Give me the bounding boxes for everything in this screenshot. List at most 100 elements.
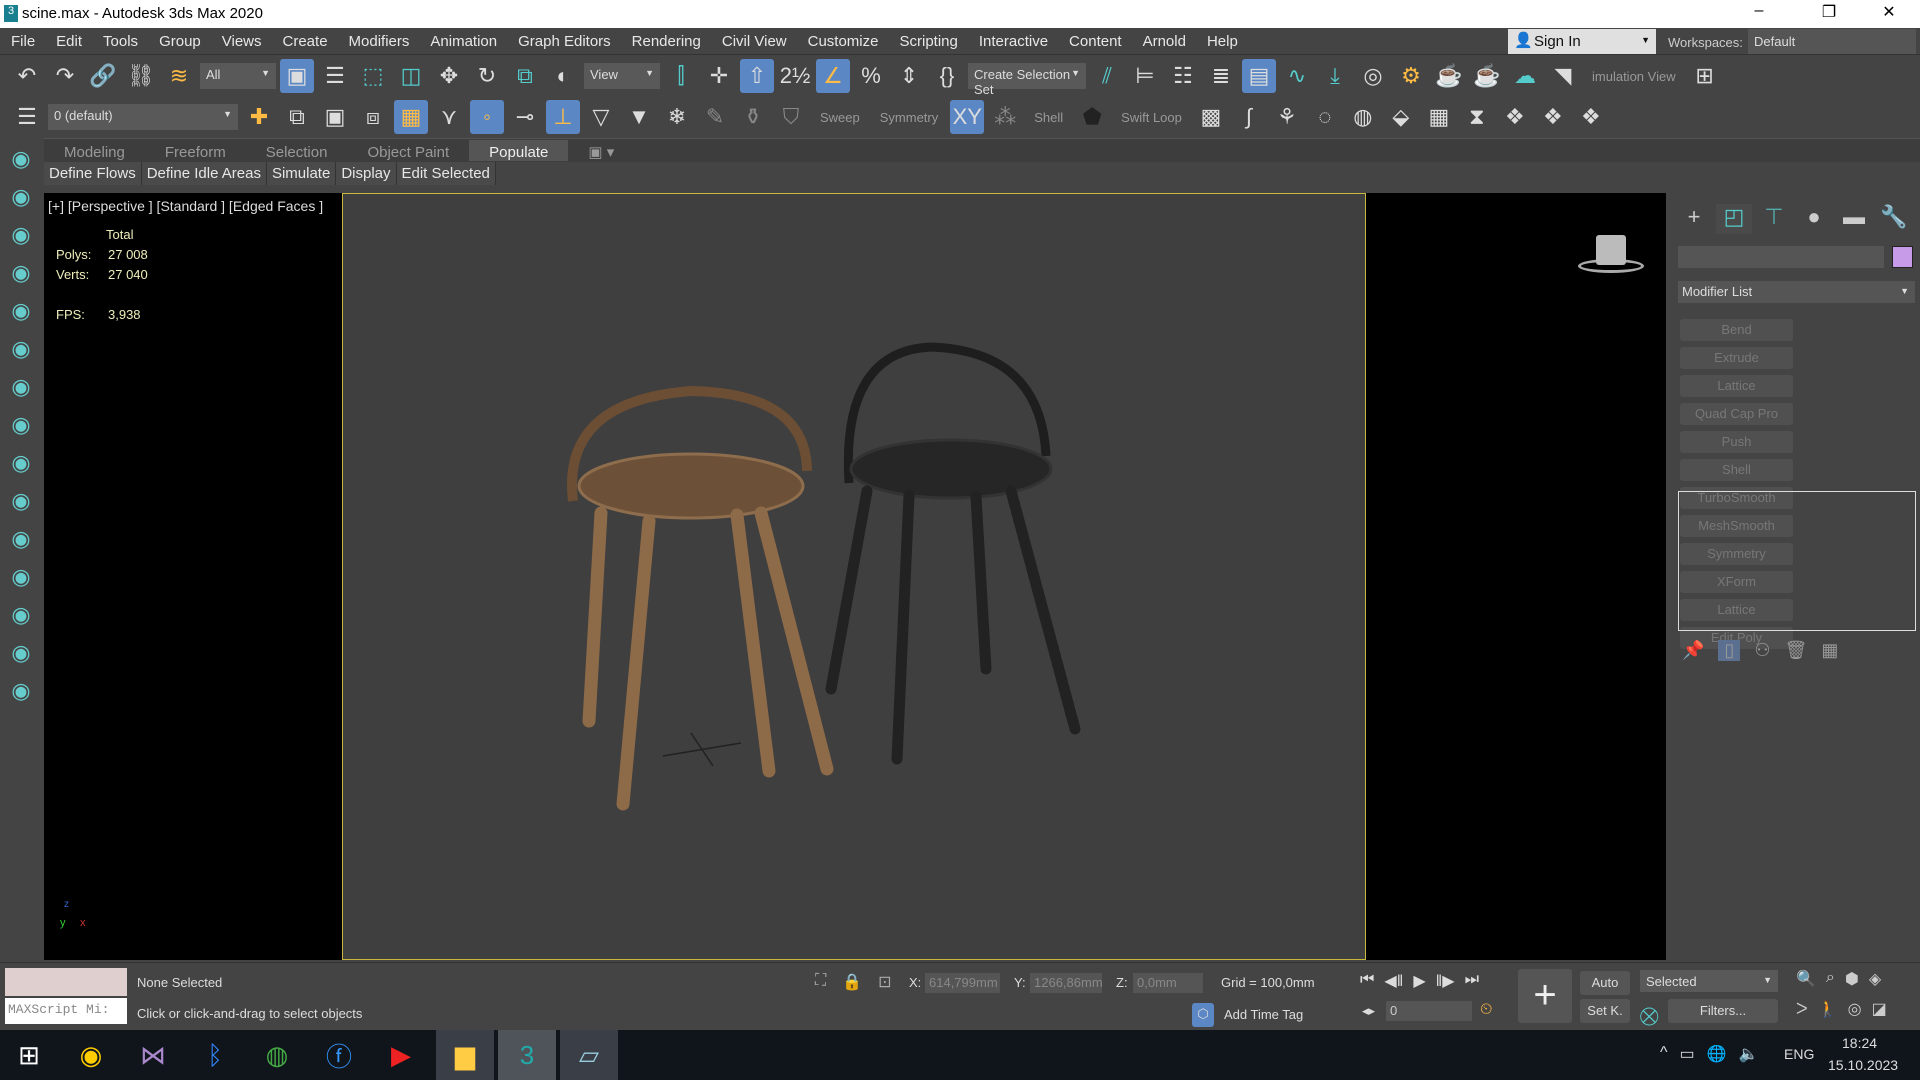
show-end-result-icon[interactable]: ▯ <box>1718 640 1741 661</box>
move-icon[interactable]: ✥ <box>432 59 466 93</box>
schematic-view-icon[interactable]: ⤓ <box>1318 59 1352 93</box>
placement-icon[interactable]: ◐ <box>546 59 580 93</box>
ribbon-options-icon[interactable]: ▣ ▾ <box>568 139 634 161</box>
snap-midpoint-icon[interactable]: ⊥ <box>546 100 580 134</box>
select-manipulate-icon[interactable]: ✛ <box>702 59 736 93</box>
zoom-extents-all-icon[interactable]: ◈ <box>1869 969 1881 989</box>
current-frame-spinner[interactable]: 0 <box>1386 1001 1472 1021</box>
aimp-icon[interactable]: ◉ <box>62 1030 120 1080</box>
snaps-toggle-icon[interactable]: 2½ <box>778 59 812 93</box>
workspace-select[interactable]: Default <box>1748 29 1916 54</box>
shape-icon[interactable]: ◌ <box>1308 100 1342 134</box>
brush-icon[interactable]: ✎ <box>698 100 732 134</box>
orbit-ring-icon[interactable]: ◉ <box>0 634 42 672</box>
viewcube-box[interactable] <box>1596 235 1626 265</box>
camera-rig-icon[interactable]: ◉ <box>0 558 42 596</box>
ribbon-button-define-flows[interactable]: Define Flows <box>44 162 142 185</box>
x-coordinate-field[interactable]: 614,799mm <box>925 973 1000 993</box>
material-editor-icon[interactable]: ◎ <box>1356 59 1390 93</box>
swift-loop-label[interactable]: Swift Loop <box>1113 110 1190 125</box>
circle-icon[interactable]: ◉ <box>0 406 42 444</box>
go-to-start-icon[interactable]: ⏮ <box>1360 971 1374 991</box>
create-tab-icon[interactable]: + <box>1676 204 1712 234</box>
menu-rendering[interactable]: Rendering <box>621 28 711 50</box>
reference-coordinate-select[interactable]: View <box>584 63 660 89</box>
checker-icon[interactable]: ▩ <box>1194 100 1228 134</box>
cube-icon-1[interactable]: ❖ <box>1498 100 1532 134</box>
selection-filter-select[interactable]: All <box>200 63 276 89</box>
ribbon-toggle-icon[interactable]: ▤ <box>1242 59 1276 93</box>
start-button[interactable]: ⊞ <box>0 1030 58 1080</box>
align-icon[interactable]: ⊨ <box>1128 59 1162 93</box>
menu-help[interactable]: Help <box>1196 28 1248 50</box>
snap-center-face-icon[interactable]: ▼ <box>622 100 656 134</box>
field-of-view-icon[interactable]: ᐳ <box>1796 999 1808 1019</box>
snap-grid-icon[interactable]: ▦ <box>394 100 428 134</box>
network-icon[interactable]: 🌐 <box>1707 1044 1727 1064</box>
gem-icon[interactable]: ⬟ <box>1075 100 1109 134</box>
curve-editor-icon[interactable]: ∿ <box>1280 59 1314 93</box>
zoom-icon[interactable]: 🔍 <box>1796 969 1816 989</box>
mirror-icon[interactable]: ⫽ <box>1090 59 1124 93</box>
key-mode-icon[interactable]: ◂▸ <box>1362 1003 1375 1019</box>
menu-animation[interactable]: Animation <box>419 28 507 50</box>
make-unique-icon[interactable]: ⚇ <box>1754 640 1770 661</box>
spline-icon[interactable]: ∫ <box>1232 100 1266 134</box>
modifier-stack[interactable] <box>1678 491 1916 631</box>
rectangular-selection-icon[interactable]: ⬚ <box>356 59 390 93</box>
rendered-frame-icon[interactable]: ☕ <box>1432 59 1466 93</box>
set-current-layer-icon[interactable]: ⧈ <box>356 100 390 134</box>
add-time-tag-button[interactable]: Add Time Tag <box>1224 1007 1303 1022</box>
menu-scripting[interactable]: Scripting <box>888 28 967 50</box>
spinner-snap-icon[interactable]: ⇕ <box>892 59 926 93</box>
maximize-viewport-icon[interactable]: ◪ <box>1872 999 1887 1019</box>
pin-stack-icon[interactable]: 📌 <box>1682 640 1704 661</box>
render-production-icon[interactable]: ☕ <box>1470 59 1504 93</box>
object-name-input[interactable] <box>1678 246 1884 268</box>
menu-file[interactable]: File <box>0 28 45 50</box>
select-object-icon[interactable]: ▣ <box>280 59 314 93</box>
modifier-button-push[interactable]: Push <box>1680 431 1793 453</box>
display-tab-icon[interactable]: ▬ <box>1836 204 1872 234</box>
noise-icon[interactable]: ⁂ <box>988 100 1022 134</box>
box-icon[interactable]: ⬙ <box>1384 100 1418 134</box>
chrome-icon[interactable]: ◍ <box>248 1030 306 1080</box>
battery-icon[interactable]: ▭ <box>1680 1044 1695 1064</box>
percent-snap-icon[interactable]: % <box>854 59 888 93</box>
keyboard-shortcut-override-icon[interactable]: ⇧ <box>740 59 774 93</box>
go-to-end-icon[interactable]: ⏭ <box>1465 971 1479 991</box>
y-coordinate-field[interactable]: 1266,86mm <box>1030 973 1103 993</box>
menu-content[interactable]: Content <box>1058 28 1132 50</box>
facebook-icon[interactable]: ⓕ <box>310 1030 368 1080</box>
window-crossing-icon[interactable]: ◫ <box>394 59 428 93</box>
ribbon-tab-object-paint[interactable]: Object Paint <box>347 140 469 161</box>
panel-icon[interactable]: ◉ <box>0 482 42 520</box>
perspective-viewport[interactable] <box>342 193 1366 960</box>
simulation-view-label[interactable]: imulation View <box>1584 69 1684 84</box>
redo-icon[interactable]: ↷ <box>48 59 82 93</box>
language-indicator[interactable]: ENG <box>1784 1046 1814 1062</box>
menu-arnold[interactable]: Arnold <box>1132 28 1196 50</box>
camera-icon[interactable]: ◉ <box>0 216 42 254</box>
layer-select[interactable]: 0 (default) <box>48 104 238 130</box>
zoom-all-icon[interactable]: ⌕ <box>1826 969 1835 989</box>
ribbon-button-simulate[interactable]: Simulate <box>266 162 337 185</box>
set-key-big-button[interactable]: + <box>1518 969 1572 1023</box>
menu-interactive[interactable]: Interactive <box>968 28 1058 50</box>
visual-studio-icon[interactable]: ⋈ <box>124 1030 182 1080</box>
menu-graph-editors[interactable]: Graph Editors <box>507 28 621 50</box>
scene-explorer-icon[interactable]: ☷ <box>1166 59 1200 93</box>
previous-frame-icon[interactable]: ◀‖ <box>1384 971 1403 991</box>
menu-create[interactable]: Create <box>272 28 338 50</box>
key-filters-button[interactable]: Filters... <box>1668 999 1778 1023</box>
notepad-icon[interactable]: ▱ <box>560 1030 618 1080</box>
layer-manager-icon[interactable]: ☰ <box>10 100 44 134</box>
absolute-mode-icon[interactable]: ⊡ <box>878 972 891 992</box>
symmetry-label[interactable]: Symmetry <box>872 110 947 125</box>
sun-icon[interactable]: ◉ <box>0 178 42 216</box>
add-to-layer-icon[interactable]: ⧉ <box>280 100 314 134</box>
menu-group[interactable]: Group <box>148 28 211 50</box>
snap-face-icon[interactable]: ▽ <box>584 100 618 134</box>
paint-icon[interactable]: ⛉ <box>774 100 808 134</box>
bind-space-warp-icon[interactable]: ≋ <box>162 59 196 93</box>
